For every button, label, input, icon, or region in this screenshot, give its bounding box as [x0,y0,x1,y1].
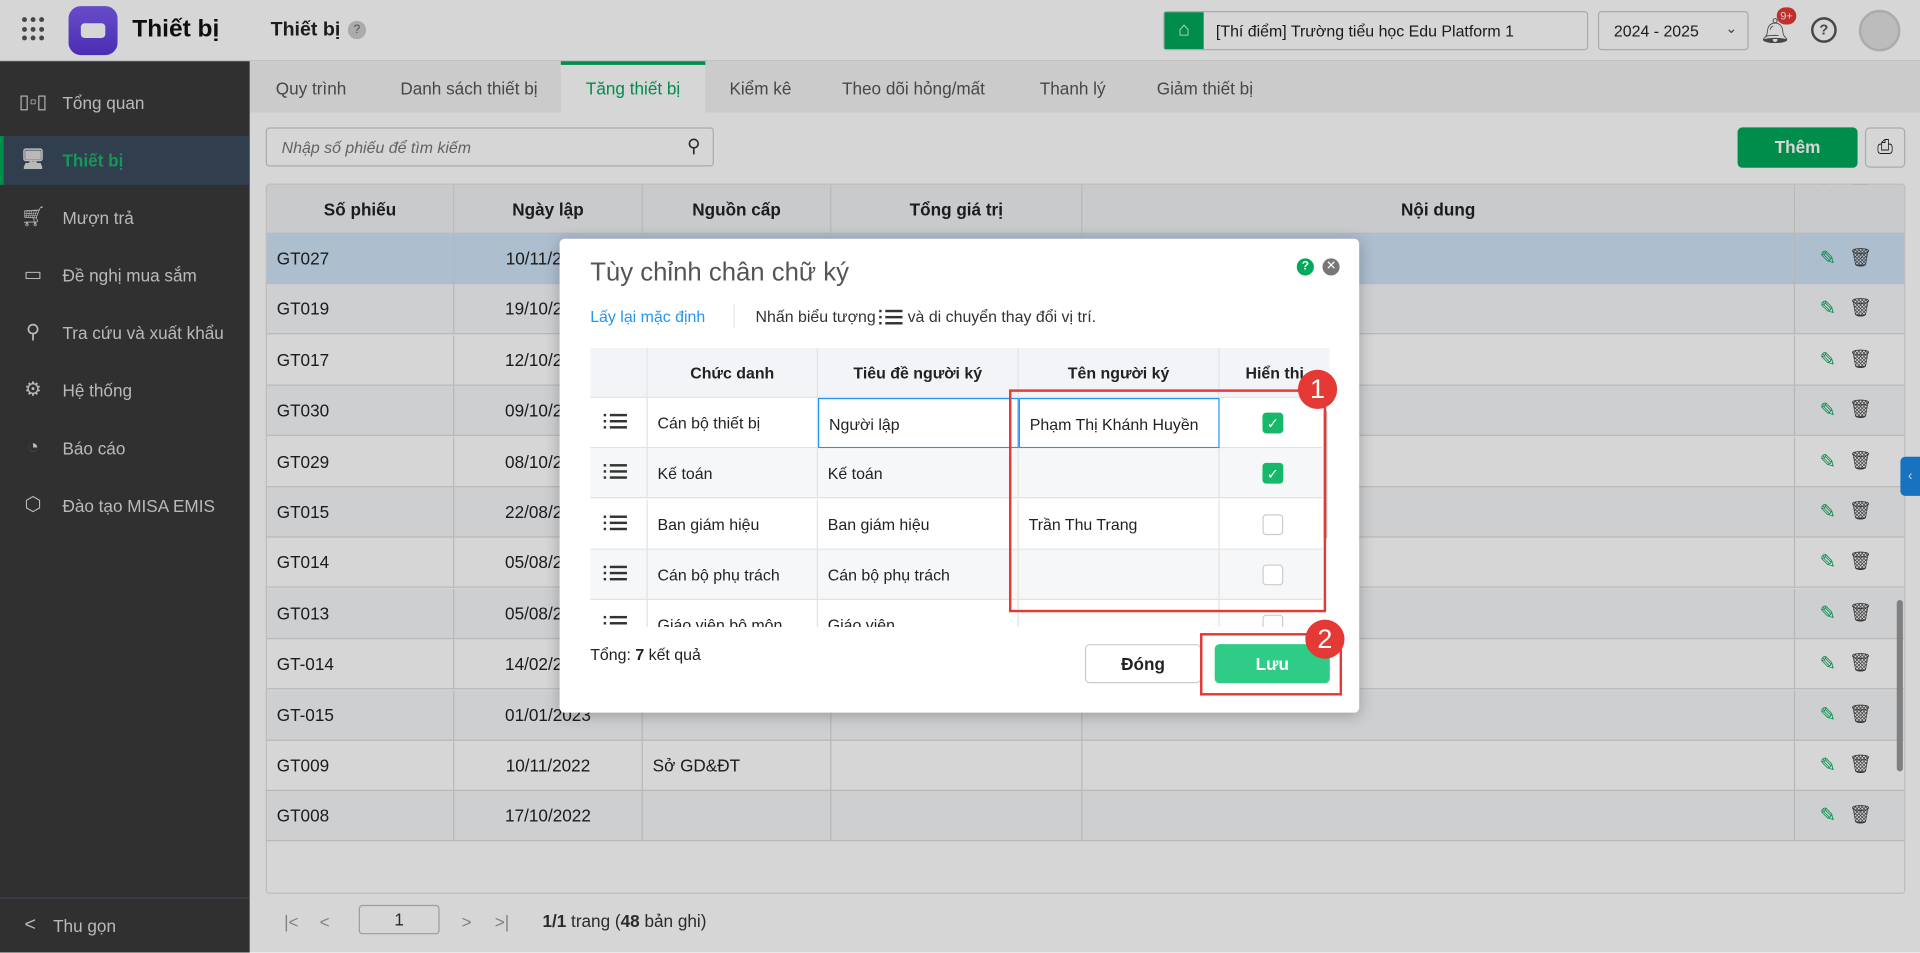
reorder-hint: Nhấn biểu tượng và di chuyển thay đổi vị … [755,307,1097,326]
signer-title-input[interactable]: Giáo viên [818,600,1019,627]
drag-handle-icon[interactable] [603,616,627,627]
close-icon[interactable]: ✕ [1322,258,1340,276]
close-button[interactable]: Đóng [1084,644,1202,684]
drag-handle-icon[interactable] [603,413,627,431]
role-cell: Cán bộ phụ trách [648,549,818,600]
role-cell: Kế toán [648,448,818,499]
signer-title-input[interactable]: Người lập [817,397,1019,449]
column-header: Tiêu đề người ký [817,347,1019,398]
column-header-drag [590,347,648,398]
drag-handle-icon[interactable] [603,565,627,583]
signer-title-input[interactable]: Kế toán [818,448,1019,499]
role-cell: Giáo viên bộ môn [648,600,818,627]
dialog-title: Tùy chỉnh chân chữ ký [590,258,849,287]
role-cell: Cán bộ thiết bị [648,397,818,449]
annotation-badge-2: 2 [1305,619,1345,659]
annotation-box-1 [1008,389,1327,613]
total-count: Tổng: 7 kết quả [590,645,701,664]
signer-title-input[interactable]: Cán bộ phụ trách [818,549,1019,600]
drag-handle-icon[interactable] [603,515,627,532]
annotation-badge-1: 1 [1297,369,1338,409]
show-checkbox[interactable] [1262,614,1284,627]
drag-handle-icon [879,309,903,326]
reset-default-link[interactable]: Lấy lại mặc định [590,307,705,325]
signer-title-input[interactable]: Ban giám hiệu [818,499,1019,550]
column-header: Chức danh [647,347,818,398]
divider [733,303,735,329]
drag-handle-icon[interactable] [603,464,627,481]
role-cell: Ban giám hiệu [648,499,818,550]
help-icon[interactable]: ? [1296,258,1314,276]
